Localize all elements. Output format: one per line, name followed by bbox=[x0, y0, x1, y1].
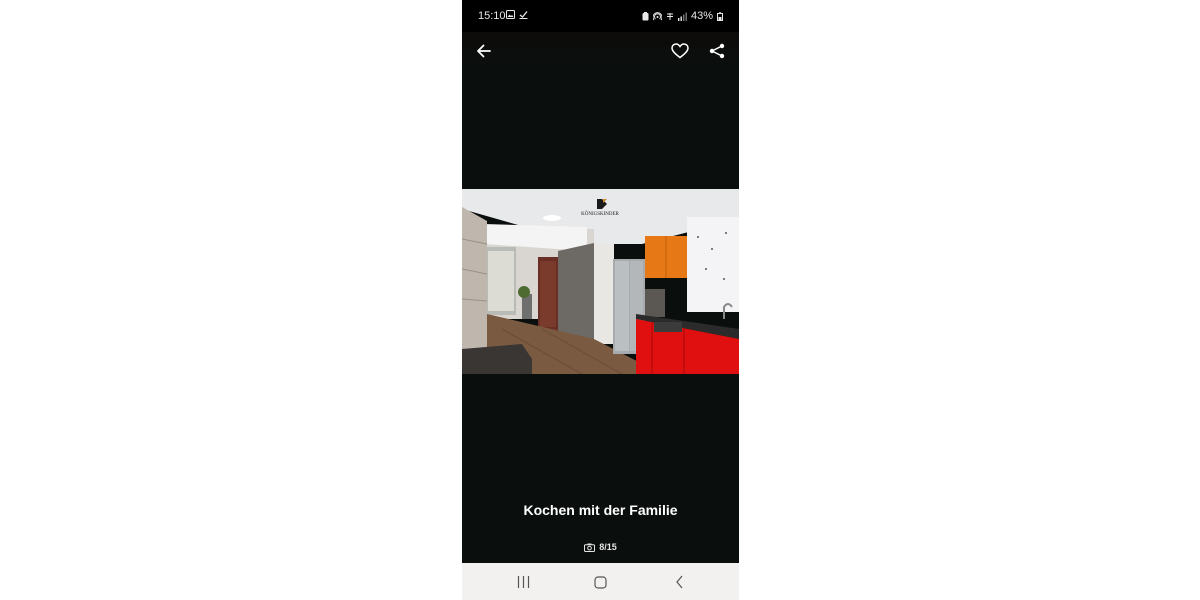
share-icon bbox=[709, 43, 725, 59]
recents-icon bbox=[517, 576, 529, 588]
home-icon bbox=[593, 575, 607, 589]
camera-icon bbox=[584, 543, 596, 552]
share-button[interactable] bbox=[706, 40, 728, 62]
top-bar bbox=[462, 32, 739, 68]
photo-counter-text: 8/15 bbox=[599, 542, 617, 552]
photo-counter: 8/15 bbox=[462, 542, 739, 552]
battery-icon bbox=[717, 11, 723, 21]
battery-saver-icon bbox=[642, 11, 649, 20]
phone-screen: 15:10 43% KÖNIGSKINDER Kochen mit der Fa… bbox=[462, 0, 739, 600]
back-button[interactable] bbox=[473, 40, 495, 62]
hotspot-icon bbox=[652, 11, 662, 20]
photo-caption: Kochen mit der Familie bbox=[523, 502, 678, 518]
wifi-calling-icon bbox=[666, 12, 673, 20]
back-icon bbox=[675, 575, 682, 589]
signal-icon bbox=[677, 12, 687, 21]
system-back-button[interactable] bbox=[669, 573, 689, 591]
home-button[interactable] bbox=[590, 573, 610, 591]
favorite-button[interactable] bbox=[669, 40, 691, 62]
system-nav-bar bbox=[462, 563, 739, 600]
recents-button[interactable] bbox=[513, 573, 533, 591]
status-right-icons: 43% bbox=[642, 10, 723, 22]
status-time: 15:10 bbox=[478, 10, 506, 22]
check-icon bbox=[519, 11, 528, 19]
heart-icon bbox=[671, 43, 689, 59]
battery-percent: 43% bbox=[690, 10, 713, 22]
photo-illustration: KÖNIGSKINDER bbox=[462, 189, 739, 374]
photo-watermark: KÖNIGSKINDER bbox=[581, 211, 619, 217]
kitchen-photo[interactable]: KÖNIGSKINDER bbox=[462, 189, 739, 374]
gallery-icon bbox=[506, 10, 515, 19]
status-left-icons bbox=[506, 10, 528, 19]
back-arrow-icon bbox=[477, 44, 491, 58]
status-bar: 15:10 43% bbox=[462, 0, 739, 32]
